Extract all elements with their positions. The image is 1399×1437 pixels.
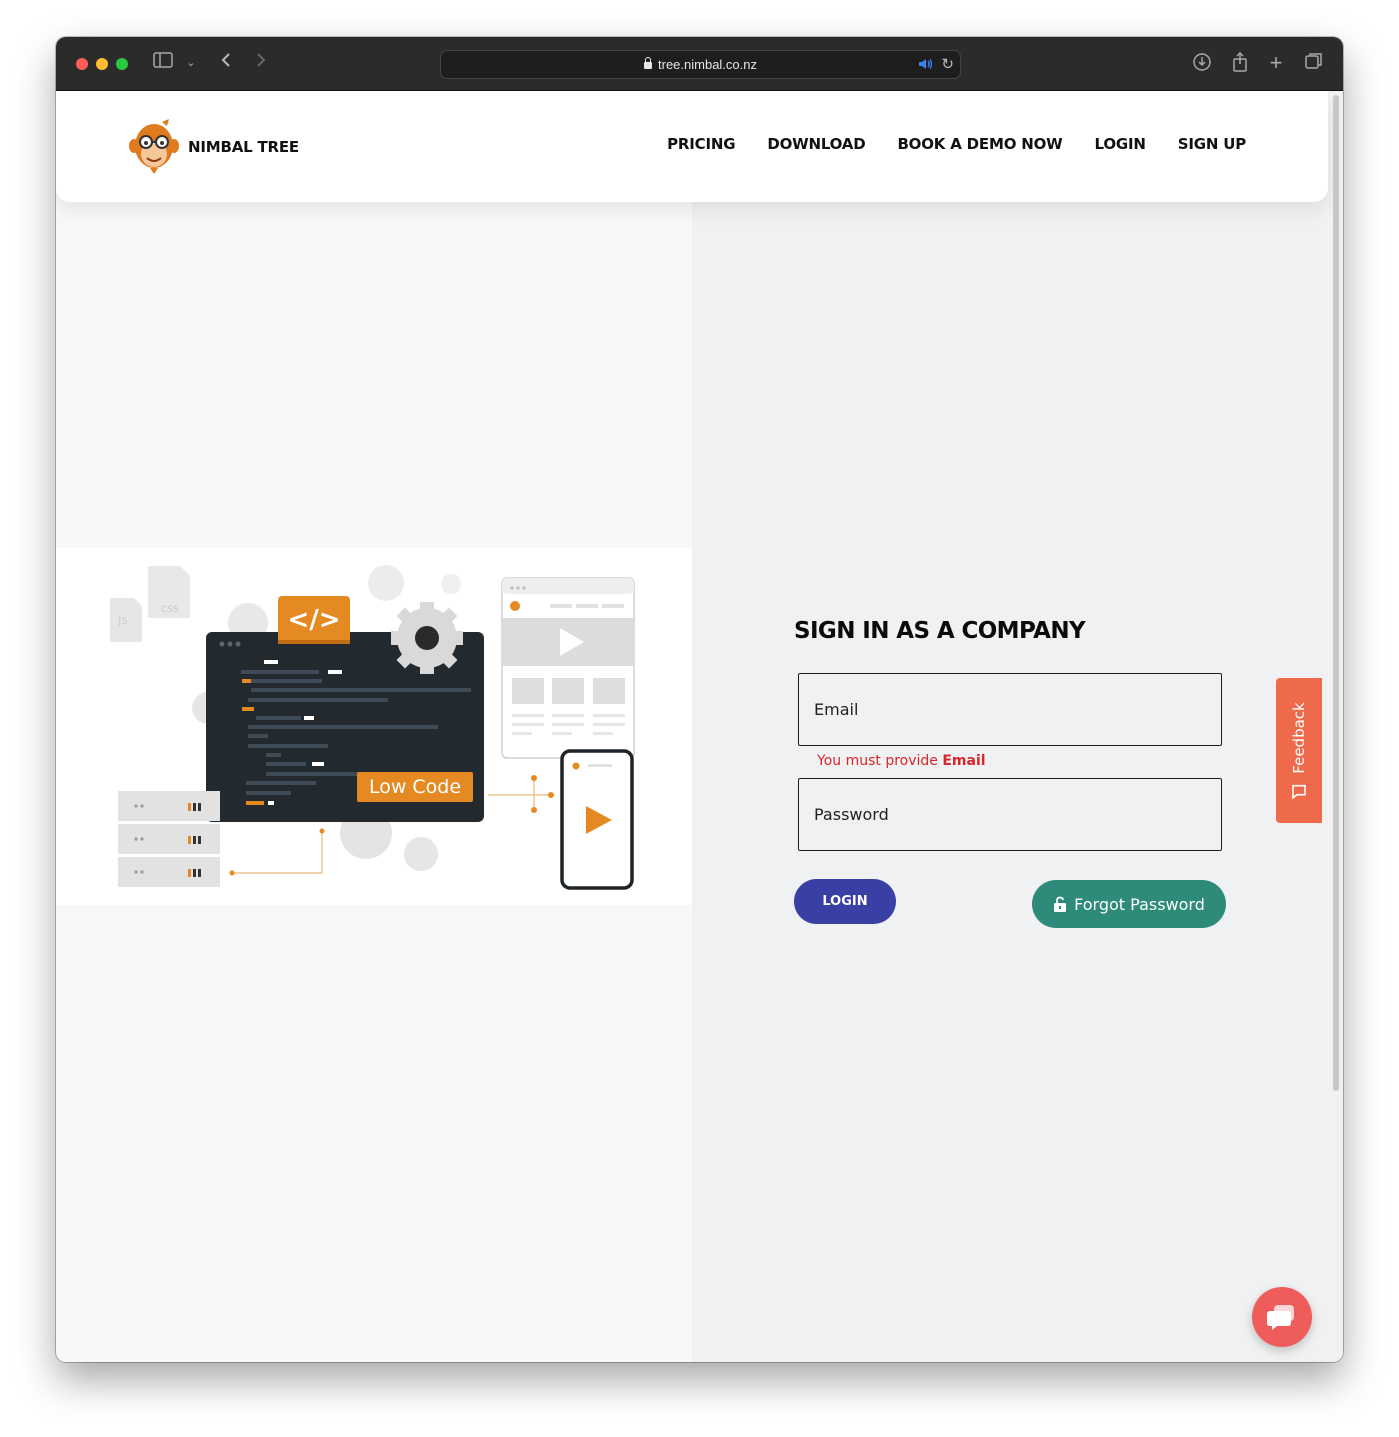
- page-title: SIGN IN AS A COMPANY: [794, 618, 1086, 644]
- feedback-label: Feedback: [1290, 701, 1308, 774]
- password-input[interactable]: [799, 779, 1221, 850]
- svg-text:Js: Js: [117, 613, 128, 627]
- chat-icon: [1267, 1305, 1294, 1330]
- login-button[interactable]: LOGIN: [794, 879, 896, 924]
- nav-login[interactable]: LOGIN: [1095, 135, 1146, 153]
- nav-download[interactable]: DOWNLOAD: [767, 135, 865, 153]
- password-field[interactable]: [798, 778, 1222, 851]
- forward-icon[interactable]: [253, 52, 269, 74]
- phone-mockup: [560, 749, 634, 890]
- low-code-label: Low Code: [369, 776, 461, 798]
- tab-overview-icon[interactable]: [1304, 52, 1324, 74]
- lock-icon: [644, 57, 652, 69]
- svg-text:CSS: CSS: [161, 605, 179, 615]
- email-error-message: You must provide Email: [817, 753, 986, 769]
- minimize-window-button[interactable]: [96, 58, 108, 70]
- forgot-password-label: Forgot Password: [1074, 894, 1205, 914]
- low-code-illustration: CSS Js </> Low Code: [56, 548, 692, 905]
- server-icon: [118, 791, 220, 887]
- page-viewport: NIMBAL TREE PRICING DOWNLOAD BOOK A DEMO…: [56, 91, 1343, 1362]
- nav-pricing[interactable]: PRICING: [667, 135, 735, 153]
- speaker-icon[interactable]: [918, 56, 934, 72]
- main-nav: PRICING DOWNLOAD BOOK A DEMO NOW LOGIN S…: [667, 135, 1246, 153]
- new-tab-icon[interactable]: +: [1266, 52, 1286, 74]
- downloads-icon[interactable]: [1192, 52, 1212, 74]
- site-header: NIMBAL TREE PRICING DOWNLOAD BOOK A DEMO…: [56, 91, 1328, 202]
- gear-icon: [391, 602, 463, 674]
- browser-window: ⌄ tree.nimbal.co.nz ↻ + NIMBAL TREE PRIC…: [56, 37, 1343, 1362]
- reload-icon[interactable]: ↻: [941, 55, 954, 73]
- web-page-mockup: [501, 577, 635, 759]
- share-icon[interactable]: [1230, 51, 1250, 74]
- chat-launcher-button[interactable]: [1252, 1287, 1312, 1347]
- browser-toolbar: ⌄ tree.nimbal.co.nz ↻ +: [56, 37, 1343, 91]
- chevron-down-icon[interactable]: ⌄: [184, 52, 198, 74]
- nav-book-demo[interactable]: BOOK A DEMO NOW: [897, 135, 1062, 153]
- back-icon[interactable]: [218, 52, 234, 74]
- email-field[interactable]: [798, 673, 1222, 746]
- feedback-icon: [1292, 784, 1306, 799]
- forgot-password-button[interactable]: Forgot Password: [1032, 880, 1226, 928]
- close-window-button[interactable]: [76, 58, 88, 70]
- address-bar[interactable]: tree.nimbal.co.nz ↻: [440, 50, 961, 79]
- brand-name: NIMBAL TREE: [188, 138, 299, 156]
- page-scrollbar[interactable]: [1333, 95, 1339, 1091]
- maximize-window-button[interactable]: [116, 58, 128, 70]
- url-text: tree.nimbal.co.nz: [658, 57, 757, 72]
- unlock-icon: [1054, 896, 1067, 912]
- monkey-logo-icon: [129, 119, 179, 174]
- email-error-field: Email: [942, 753, 986, 769]
- css-file-icon: CSS: [148, 566, 190, 618]
- js-file-icon: Js: [110, 598, 142, 642]
- nav-sign-up[interactable]: SIGN UP: [1178, 135, 1246, 153]
- code-tag-text: </>: [287, 605, 340, 635]
- sidebar-toggle-icon[interactable]: [152, 52, 174, 74]
- email-input[interactable]: [799, 674, 1221, 745]
- feedback-tab[interactable]: Feedback: [1276, 678, 1322, 823]
- logo-link[interactable]: NIMBAL TREE: [128, 118, 299, 176]
